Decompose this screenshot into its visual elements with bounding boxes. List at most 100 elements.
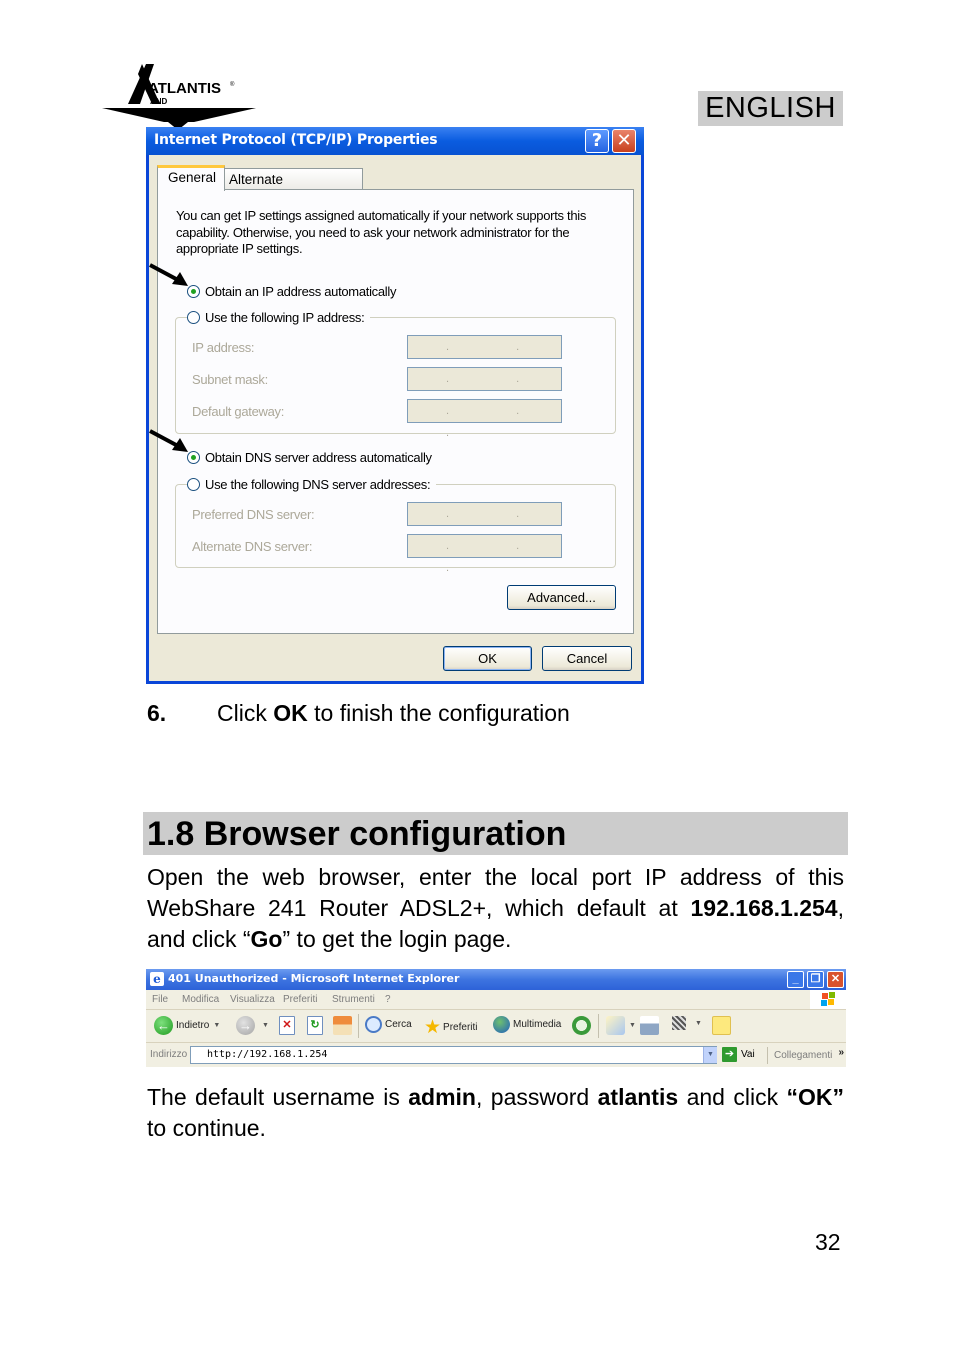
annotation-arrow-icon [149, 429, 188, 452]
ie-toolbar: ← Indietro ▼ → ▼ ✕ ↻ Cerca ★ Preferiti M… [146, 1010, 846, 1043]
stop-button[interactable]: ✕ [279, 1016, 298, 1035]
edit-page-icon [672, 1016, 686, 1030]
radio-obtain-dns-auto[interactable]: Obtain DNS server address automatically [187, 450, 432, 465]
radio-use-static-dns[interactable]: Use the following DNS server addresses: [187, 477, 437, 492]
svg-text:®: ® [230, 81, 235, 88]
help-button[interactable]: ? [585, 129, 609, 153]
restore-button[interactable]: ❐ [807, 971, 824, 988]
dropdown-caret-icon: ▼ [629, 1022, 636, 1029]
forward-arrow-icon: → [236, 1016, 255, 1035]
subnet-mask-field[interactable]: . . . [407, 367, 562, 407]
menu-preferiti[interactable]: Preferiti [283, 994, 317, 1005]
preferred-dns-field[interactable]: . . . [407, 502, 562, 542]
step-text: Click OK to finish the configuration [217, 700, 570, 726]
advanced-button[interactable]: Advanced... [507, 585, 616, 610]
radio-use-static-ip[interactable]: Use the following IP address: [187, 310, 371, 325]
page-number: 32 [815, 1229, 841, 1255]
refresh-icon: ↻ [307, 1016, 323, 1035]
radio-obtain-ip-auto[interactable]: Obtain an IP address automatically [187, 284, 396, 299]
chevron-right-icon[interactable]: » [838, 1044, 844, 1061]
mail-button[interactable]: ▼ [606, 1016, 636, 1035]
home-icon [333, 1016, 352, 1035]
address-label: Indirizzo [150, 1049, 188, 1060]
atlantis-logo: ATLANTIS AND ® [102, 64, 256, 130]
mail-icon [606, 1016, 625, 1035]
media-button[interactable]: Multimedia [493, 1016, 561, 1033]
radio-unselected-icon [187, 478, 200, 491]
dialog-title: Internet Protocol (TCP/IP) Properties [154, 132, 438, 148]
dialog-title-bar: Internet Protocol (TCP/IP) Properties ? … [146, 127, 644, 155]
dropdown-caret-icon: ▼ [695, 1019, 702, 1027]
menu-modifica[interactable]: Modifica [182, 994, 219, 1005]
menu-visualizza[interactable]: Visualizza [230, 994, 275, 1005]
close-button[interactable]: ✕ [612, 129, 636, 153]
ie-address-bar: Indirizzo http://192.168.1.254 ▼ ➔ Vai C… [146, 1043, 846, 1067]
ok-button[interactable]: OK [443, 646, 532, 671]
stop-icon: ✕ [279, 1016, 295, 1035]
radio-unselected-icon [187, 311, 200, 324]
general-tab-panel: You can get IP settings assigned automat… [157, 189, 634, 634]
windows-flag-icon [810, 990, 846, 1009]
step-number: 6. [147, 700, 167, 726]
edit-button[interactable]: ▼ [672, 1016, 702, 1030]
ie-logo-icon: e [150, 972, 164, 986]
back-button[interactable]: ← Indietro ▼ [154, 1016, 220, 1035]
star-icon: ★ [424, 1017, 442, 1038]
section-title: 1.8 Browser configuration [147, 815, 567, 853]
ip-address-field[interactable]: . . . [407, 335, 562, 375]
default-gateway-field[interactable]: . . . [407, 399, 562, 439]
tab-alternate-configuration[interactable]: Alternate Configuration [224, 168, 363, 202]
dialog-body: General Alternate Configuration You can … [149, 155, 641, 681]
history-button[interactable] [572, 1016, 594, 1035]
menu-help[interactable]: ? [385, 994, 391, 1005]
refresh-button[interactable]: ↻ [307, 1016, 326, 1035]
go-button[interactable]: ➔ Vai [722, 1047, 755, 1062]
ip-address-label: IP address: [192, 340, 255, 355]
go-arrow-icon: ➔ [722, 1047, 737, 1062]
login-credentials-paragraph: The default username is admin, password … [147, 1084, 844, 1141]
alternate-dns-field[interactable]: . . . [407, 534, 562, 574]
search-button[interactable]: Cerca [365, 1016, 412, 1033]
ie-menu-bar: File Modifica Visualizza Preferiti Strum… [146, 990, 846, 1010]
address-input[interactable]: http://192.168.1.254 [190, 1046, 717, 1064]
language-badge: ENGLISH [698, 91, 843, 126]
menu-file[interactable]: File [152, 994, 168, 1005]
intro-text: You can get IP settings assigned automat… [176, 208, 587, 256]
subnet-mask-label: Subnet mask: [192, 372, 268, 387]
toolbar-separator [358, 1014, 359, 1038]
radio-label: Obtain an IP address automatically [205, 284, 397, 299]
toolbar-separator [598, 1014, 599, 1038]
cancel-button[interactable]: Cancel [542, 646, 632, 671]
logo-text: ATLANTIS [148, 80, 221, 97]
printer-icon [640, 1016, 659, 1035]
preferred-dns-label: Preferred DNS server: [192, 507, 315, 522]
annotation-arrow-icon [149, 263, 188, 286]
radio-label: Obtain DNS server address automatically [205, 450, 432, 465]
forward-button[interactable]: → ▼ [236, 1016, 269, 1035]
dropdown-caret-icon: ▼ [213, 1022, 221, 1029]
favorites-button[interactable]: ★ Preferiti [424, 1016, 478, 1039]
address-dropdown-icon[interactable]: ▼ [703, 1047, 717, 1063]
browser-config-paragraph: Open the web browser, enter the local po… [147, 864, 844, 952]
print-button[interactable] [640, 1016, 662, 1035]
alternate-dns-label: Alternate DNS server: [192, 539, 313, 554]
ie-browser-window: e 401 Unauthorized - Microsoft Internet … [146, 969, 846, 1067]
section-heading-band: 1.8 Browser configuration [143, 812, 848, 855]
notes-button[interactable] [712, 1016, 734, 1035]
radio-label: Use the following IP address: [205, 310, 365, 325]
dropdown-caret-icon: ▼ [262, 1022, 269, 1029]
menu-strumenti[interactable]: Strumenti [332, 994, 375, 1005]
media-globe-icon [493, 1016, 510, 1033]
search-icon [365, 1016, 382, 1033]
history-icon [572, 1016, 591, 1035]
tab-general[interactable]: General [157, 165, 225, 191]
links-toolbar[interactable]: Collegamenti » [767, 1047, 846, 1064]
home-button[interactable] [333, 1016, 355, 1035]
logo-subtext: AND [150, 97, 168, 106]
ie-close-button[interactable]: ✕ [827, 971, 844, 988]
back-arrow-icon: ← [154, 1016, 173, 1035]
ie-title-bar: e 401 Unauthorized - Microsoft Internet … [146, 969, 846, 990]
default-gateway-label: Default gateway: [192, 404, 285, 419]
note-icon [712, 1016, 731, 1035]
minimize-button[interactable]: _ [787, 971, 804, 988]
